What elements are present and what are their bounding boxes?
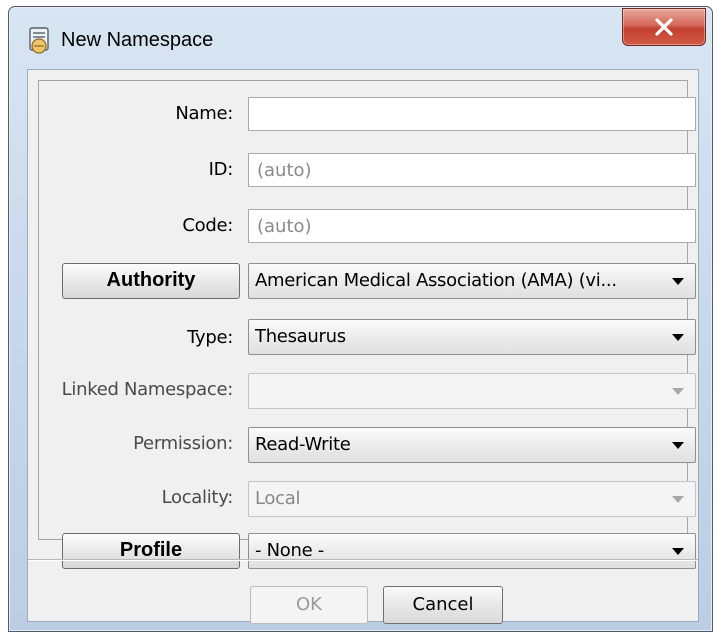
profile-selected: - None - xyxy=(255,540,324,561)
dialog-title: New Namespace xyxy=(61,29,214,51)
code-label: Code: xyxy=(182,215,233,236)
chevron-down-icon xyxy=(672,496,684,503)
type-dropdown[interactable]: Thesaurus xyxy=(248,319,696,355)
dialog-window: New Namespace Name: ID: Code: Authority … xyxy=(8,6,713,632)
locality-label: Locality: xyxy=(161,487,234,508)
authority-selected: American Medical Association (AMA) (vi..… xyxy=(255,270,617,291)
title-bar[interactable]: New Namespace xyxy=(9,7,712,71)
type-label: Type: xyxy=(187,327,233,348)
chevron-down-icon xyxy=(672,548,684,555)
permission-selected: Read-Write xyxy=(255,434,351,455)
authority-button[interactable]: Authority xyxy=(62,263,240,299)
locality-selected: Local xyxy=(255,488,301,509)
type-selected: Thesaurus xyxy=(255,326,346,347)
id-label: ID: xyxy=(208,159,234,180)
namespace-form: Name: ID: Code: Authority American Medic… xyxy=(38,80,696,569)
chevron-down-icon xyxy=(672,442,684,449)
name-field[interactable] xyxy=(248,97,696,131)
dialog-content: Name: ID: Code: Authority American Medic… xyxy=(27,69,699,624)
namespace-app-icon xyxy=(27,27,51,55)
profile-dropdown[interactable]: - None - xyxy=(248,533,696,569)
permission-dropdown[interactable]: Read-Write xyxy=(248,427,696,463)
id-field[interactable] xyxy=(248,153,696,187)
close-button[interactable] xyxy=(622,8,706,46)
permission-label: Permission: xyxy=(133,433,233,454)
locality-dropdown: Local xyxy=(248,481,696,517)
chevron-down-icon xyxy=(672,334,684,341)
chevron-down-icon xyxy=(672,388,684,395)
footer-divider-highlight xyxy=(28,560,698,561)
cancel-button[interactable]: Cancel xyxy=(383,586,503,624)
profile-button[interactable]: Profile xyxy=(62,533,240,569)
ok-button[interactable]: OK xyxy=(250,586,368,624)
authority-dropdown[interactable]: American Medical Association (AMA) (vi..… xyxy=(248,263,696,299)
close-icon xyxy=(655,18,673,36)
code-field[interactable] xyxy=(248,209,696,243)
linked-namespace-label: Linked Namespace: xyxy=(61,379,234,400)
name-label: Name: xyxy=(175,103,233,124)
linked-namespace-dropdown xyxy=(248,373,696,409)
chevron-down-icon xyxy=(672,278,684,285)
